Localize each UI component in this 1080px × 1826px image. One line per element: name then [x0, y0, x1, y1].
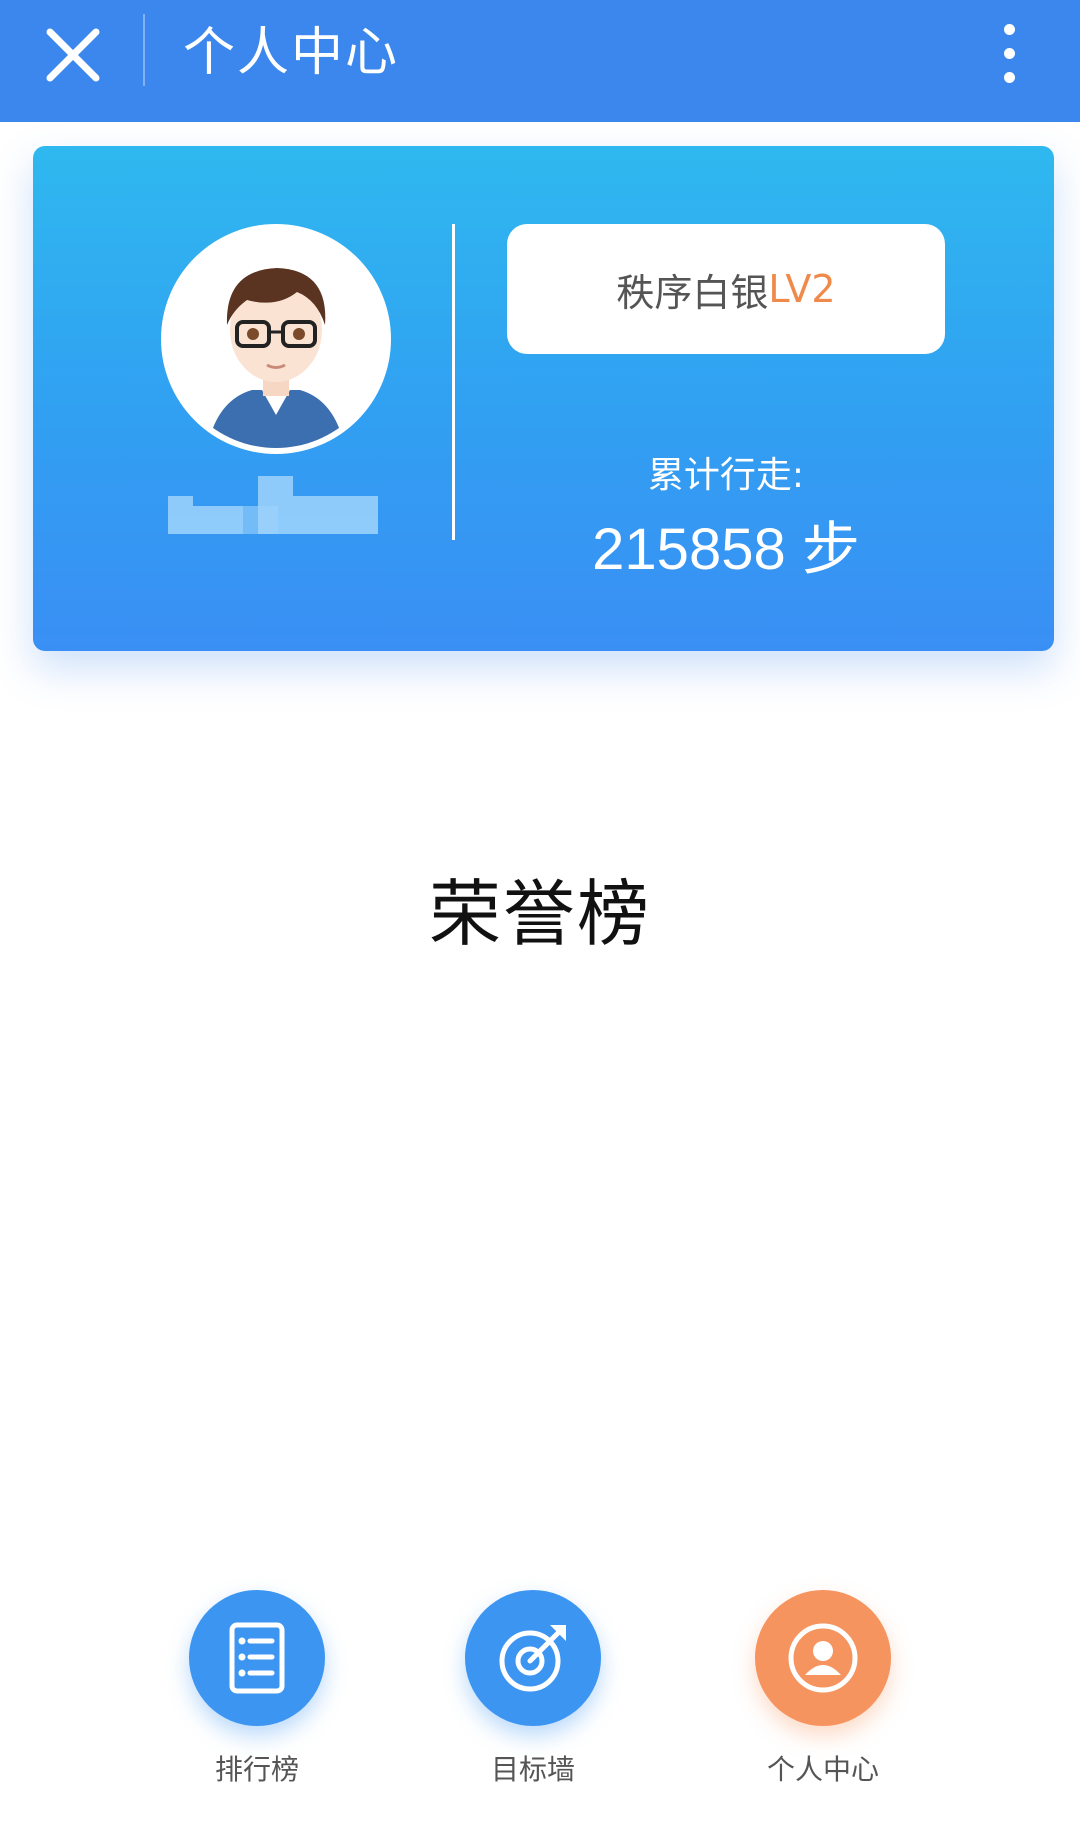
list-icon	[229, 1622, 285, 1694]
top-bar: 个人中心	[0, 0, 1080, 122]
close-button[interactable]	[38, 20, 108, 90]
card-divider	[452, 224, 455, 540]
nav-circle	[755, 1590, 891, 1726]
target-icon	[499, 1625, 566, 1692]
page-title: 个人中心	[183, 23, 400, 83]
close-icon	[46, 28, 100, 82]
more-button[interactable]	[990, 18, 1030, 88]
avatar-cartoon-icon	[167, 230, 385, 448]
level-badge: 秩序白银 LV2	[507, 224, 945, 354]
username-blurred	[168, 476, 398, 534]
profile-card: 秩序白银 LV2 累计行走: 215858 步	[33, 146, 1054, 651]
user-icon	[788, 1623, 858, 1693]
nav-label: 目标墙	[490, 1753, 575, 1786]
nav-item-personal-center[interactable]: 个人中心	[733, 1590, 913, 1788]
nav-circle	[189, 1590, 325, 1726]
topbar-divider	[143, 14, 145, 86]
level-name: 秩序白银	[616, 270, 769, 315]
nav-item-goal-wall[interactable]: 目标墙	[443, 1590, 623, 1788]
nav-label: 排行榜	[214, 1753, 299, 1786]
walk-value: 215858 步	[592, 517, 860, 582]
nav-label: 个人中心	[766, 1753, 879, 1786]
walk-label: 累计行走:	[647, 455, 805, 496]
level-tag: LV2	[768, 267, 836, 311]
more-vertical-icon	[1004, 24, 1015, 35]
more-dot	[1004, 72, 1015, 83]
honor-title: 荣誉榜	[428, 872, 651, 956]
more-dot	[1004, 48, 1015, 59]
nav-circle	[465, 1590, 601, 1726]
nav-item-ranking[interactable]: 排行榜	[167, 1590, 347, 1788]
avatar[interactable]	[161, 224, 391, 454]
